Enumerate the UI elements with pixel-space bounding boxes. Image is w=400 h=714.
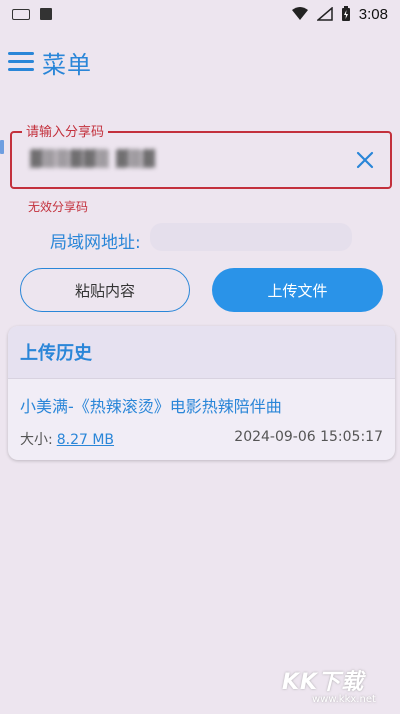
paste-content-button[interactable]: 粘贴内容 (20, 268, 190, 312)
lan-address-field[interactable] (150, 223, 352, 251)
file-size-label: 大小: (20, 432, 53, 448)
lan-address-label: 局域网地址: (50, 233, 141, 253)
file-name[interactable]: 小美满-《热辣滚烫》电影热辣陪伴曲 (20, 393, 282, 417)
keyboard-icon (12, 8, 30, 20)
site-watermark-logo: KK下载 (282, 670, 365, 695)
app-header: 菜单 (8, 42, 92, 82)
file-size-row: 大小: 8.27 MB (20, 429, 114, 449)
status-time: 3:08 (358, 5, 388, 23)
share-code-label: 请输入分享码 (22, 121, 109, 140)
share-code-value[interactable]: ▓▒▒▓▓▒ ▓▒▓ (30, 149, 156, 168)
history-item[interactable]: 小美满-《热辣滚烫》电影热辣陪伴曲 大小: 8.27 MB 2024-09-06 … (8, 379, 395, 460)
battery-icon (341, 6, 350, 21)
upload-history-card: 上传历史 小美满-《热辣滚烫》电影热辣陪伴曲 大小: 8.27 MB 2024-0… (8, 326, 395, 460)
signal-icon (316, 7, 333, 21)
edge-handle (0, 140, 4, 154)
status-bar: 3:08 (0, 0, 400, 28)
upload-file-button[interactable]: 上传文件 (212, 268, 383, 312)
notification-square-icon (40, 8, 52, 20)
share-code-error: 无效分享码 (28, 200, 89, 214)
upload-timestamp: 2024-09-06 15:05:17 (234, 429, 383, 445)
upload-history-title: 上传历史 (8, 326, 395, 378)
file-size-link[interactable]: 8.27 MB (57, 432, 114, 448)
menu-icon[interactable] (8, 52, 34, 72)
site-watermark-url: www.kkx.net (312, 694, 376, 705)
clear-icon[interactable] (354, 149, 376, 171)
wifi-icon (291, 7, 308, 20)
app-title[interactable]: 菜单 (42, 45, 92, 80)
